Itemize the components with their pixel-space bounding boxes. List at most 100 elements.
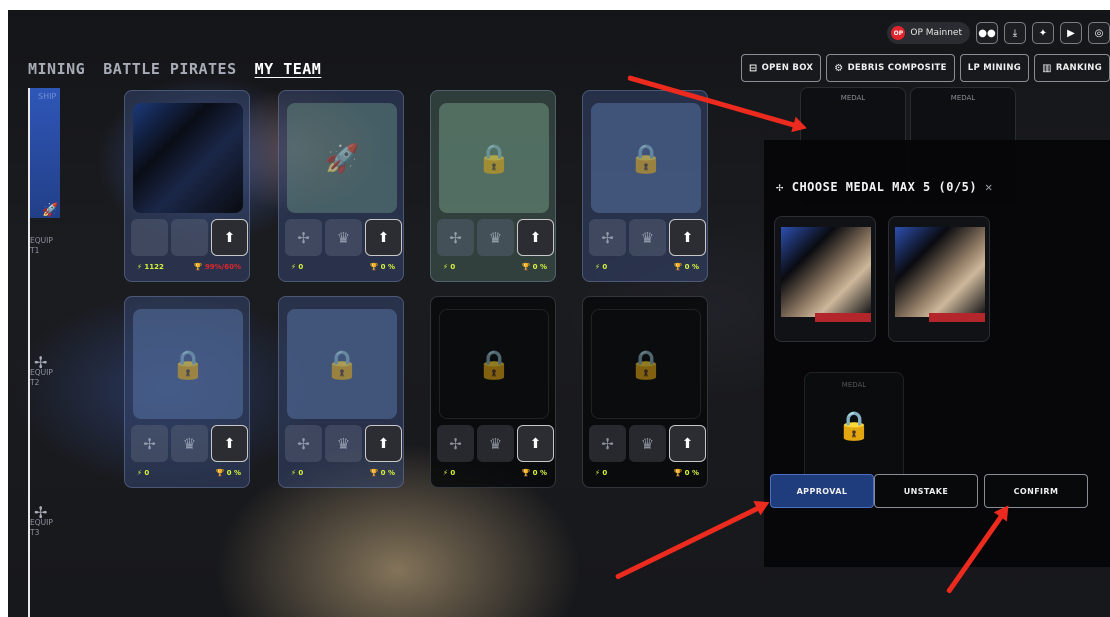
rocket-icon: 🚀	[42, 203, 59, 218]
ship-card[interactable]: ⬆ ⚡ 1122 🏆 99%/60%	[124, 90, 250, 282]
modal-title: ✢ CHOOSE MEDAL MAX 5 (0/5) ✕	[776, 180, 993, 194]
upgrade-button[interactable]: ⬆	[211, 425, 248, 462]
ship-card[interactable]: 🚀 ✢ ♛ ⬆ ⚡ 0 🏆 0 %	[278, 90, 404, 282]
shuriken-icon[interactable]: ✢	[285, 219, 322, 256]
debris-composite-button[interactable]: ⚙ DEBRIS COMPOSITE	[826, 54, 955, 82]
shuriken-icon: ✢	[34, 353, 48, 372]
medal-slot-label: MEDAL	[950, 94, 976, 102]
shuriken-icon: ✢	[776, 180, 784, 194]
locked-card[interactable]: 🔒 ✢ ♛ ⬆ ⚡ 0 🏆 0 %	[124, 296, 250, 488]
slot-rail: SHIP 🚀 EQUIP T1 ✢ EQUIP T2 ✢ EQUIP T3	[24, 88, 62, 617]
upgrade-button[interactable]: ⬆	[669, 425, 706, 462]
trophy-value: 0 %	[226, 469, 241, 477]
medium-icon[interactable]: ●●	[976, 22, 998, 44]
upgrade-button[interactable]: ⬆	[211, 219, 248, 256]
rail-equip-t2[interactable]: ✢ EQUIP T2	[30, 353, 53, 388]
tab-battle-pirates[interactable]: BATTLE PIRATES	[103, 60, 236, 78]
crest-icon[interactable]: ♛	[477, 219, 514, 256]
unstake-button[interactable]: UNSTAKE	[874, 474, 978, 508]
shuriken-icon[interactable]: ✢	[589, 425, 626, 462]
app-stage: OP OP Mainnet ●● ⤓ ✦ ▶ ◎ ⊟ OPEN BOX ⚙ DE…	[8, 10, 1110, 617]
modal-title-text: CHOOSE MEDAL MAX 5 (0/5)	[791, 180, 978, 194]
crest-icon[interactable]: ♛	[325, 425, 362, 462]
youtube-icon[interactable]: ▶	[1060, 22, 1082, 44]
tab-my-team[interactable]: MY TEAM	[255, 60, 322, 78]
ship-image[interactable]	[133, 103, 243, 213]
equip-slot-1[interactable]	[131, 219, 168, 256]
rail-equip-t3-label: EQUIP	[30, 518, 53, 527]
rail-equip-t1[interactable]: EQUIP T1	[30, 236, 53, 256]
trophy-stat: 🏆 99%/60%	[193, 263, 241, 271]
upgrade-button[interactable]: ⬆	[365, 219, 402, 256]
power-stat: ⚡ 0	[137, 469, 150, 477]
medal-image	[781, 227, 871, 317]
ranking-label: RANKING	[1055, 63, 1102, 73]
power-value: 1122	[144, 263, 164, 271]
download-icon[interactable]: ⤓	[1004, 22, 1026, 44]
tab-mining[interactable]: MINING	[28, 60, 85, 78]
ranking-button[interactable]: ▥ RANKING	[1034, 54, 1110, 82]
medal-option[interactable]	[774, 216, 876, 342]
card-controls: ✢ ♛ ⬆	[437, 219, 554, 256]
network-badge: OP	[891, 26, 906, 40]
equip-slot-2[interactable]	[171, 219, 208, 256]
rail-ship-tab[interactable]: SHIP 🚀	[30, 88, 60, 218]
upgrade-button[interactable]: ⬆	[517, 219, 554, 256]
shuriken-icon[interactable]: ✢	[589, 219, 626, 256]
shuriken-icon[interactable]: ✢	[437, 425, 474, 462]
open-box-button[interactable]: ⊟ OPEN BOX	[740, 54, 822, 82]
card-controls: ✢ ♛ ⬆	[285, 425, 402, 462]
power-value: 0	[450, 469, 456, 477]
trophy-stat: 🏆 0 %	[215, 469, 241, 477]
locked-card[interactable]: 🔒 ✢ ♛ ⬆ ⚡ 0 🏆 0 %	[430, 296, 556, 488]
trophy-value: 0 %	[532, 469, 547, 477]
rail-ship-label: SHIP	[38, 92, 57, 101]
locked-card[interactable]: 🔒 ✢ ♛ ⬆ ⚡ 0 🏆 0 %	[430, 90, 556, 282]
shuriken-icon: ✢	[34, 503, 48, 522]
upgrade-button[interactable]: ⬆	[669, 219, 706, 256]
lp-mining-button[interactable]: LP MINING	[959, 54, 1030, 82]
action-bar: ⊟ OPEN BOX ⚙ DEBRIS COMPOSITE LP MINING …	[740, 54, 1110, 82]
upgrade-button[interactable]: ⬆	[517, 425, 554, 462]
trophy-value: 0 %	[380, 263, 395, 271]
discord-icon[interactable]: ◎	[1088, 22, 1110, 44]
medal-level-bar	[815, 313, 871, 322]
shuriken-icon[interactable]: ✢	[285, 425, 322, 462]
card-controls: ✢ ♛ ⬆	[437, 425, 554, 462]
trophy-stat: 🏆 0 %	[521, 469, 547, 477]
rail-equip-t3[interactable]: ✢ EQUIP T3	[30, 503, 53, 538]
upgrade-button[interactable]: ⬆	[365, 425, 402, 462]
approval-button[interactable]: APPROVAL	[770, 474, 874, 508]
choose-medal-modal: ✢ CHOOSE MEDAL MAX 5 (0/5) ✕ MEDAL 🔒 APP…	[764, 140, 1110, 567]
network-selector[interactable]: OP OP Mainnet	[887, 22, 970, 44]
medal-option[interactable]	[888, 216, 990, 342]
close-icon[interactable]: ✕	[985, 180, 993, 194]
trophy-value: 0 %	[380, 469, 395, 477]
locked-card[interactable]: 🔒 ✢ ♛ ⬆ ⚡ 0 🏆 0 %	[582, 296, 708, 488]
locked-card[interactable]: 🔒 ✢ ♛ ⬆ ⚡ 0 🏆 0 %	[278, 296, 404, 488]
card-stats: ⚡ 0 🏆 0 %	[291, 469, 395, 477]
rocket-icon[interactable]: 🚀	[287, 103, 397, 213]
card-controls: ✢ ♛ ⬆	[589, 425, 706, 462]
crest-icon[interactable]: ♛	[629, 425, 666, 462]
crest-icon[interactable]: ♛	[629, 219, 666, 256]
medal-slot-label: MEDAL	[840, 94, 866, 102]
crest-icon[interactable]: ♛	[477, 425, 514, 462]
locked-card[interactable]: 🔒 ✢ ♛ ⬆ ⚡ 0 🏆 0 %	[582, 90, 708, 282]
card-stats: ⚡ 0 🏆 0 %	[595, 469, 699, 477]
box-icon: ⊟	[748, 62, 758, 74]
card-controls: ✢ ♛ ⬆	[131, 425, 248, 462]
card-stats: ⚡ 0 🏆 0 %	[291, 263, 395, 271]
power-value: 0	[450, 263, 456, 271]
power-stat: ⚡ 0	[443, 469, 456, 477]
twitter-icon[interactable]: ✦	[1032, 22, 1054, 44]
power-value: 0	[602, 469, 608, 477]
shuriken-icon[interactable]: ✢	[437, 219, 474, 256]
power-value: 0	[602, 263, 608, 271]
trophy-value: 99%/60%	[204, 263, 241, 271]
crest-icon[interactable]: ♛	[171, 425, 208, 462]
crest-icon[interactable]: ♛	[325, 219, 362, 256]
shuriken-icon[interactable]: ✢	[131, 425, 168, 462]
lock-icon: 🔒	[439, 309, 549, 419]
lock-icon: 🔒	[836, 409, 872, 442]
